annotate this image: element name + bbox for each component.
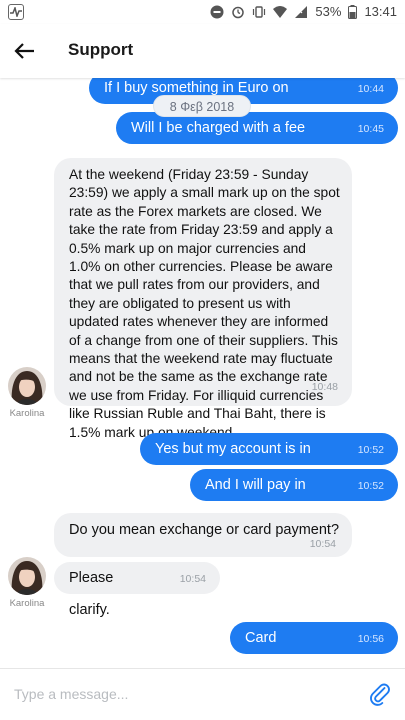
message-time: 10:54 (309, 537, 336, 550)
message-text: Please clarify. (69, 570, 114, 618)
message-time: 10:45 (357, 123, 384, 135)
message-time: 10:56 (357, 633, 384, 645)
paperclip-icon (370, 683, 390, 706)
message-time: 10:52 (357, 444, 384, 456)
message-incoming[interactable]: At the weekend (Friday 23:59 - Sunday 23… (54, 158, 352, 440)
activity-icon (8, 4, 24, 20)
avatar[interactable] (8, 367, 46, 405)
minus-circle-icon (210, 5, 224, 19)
message-text: At the weekend (Friday 23:59 - Sunday 23… (69, 167, 340, 440)
message-list[interactable]: If I buy something in Euro on Saturday 1… (0, 78, 405, 668)
avatar-photo (8, 557, 46, 595)
message-text: Card payment (245, 630, 301, 668)
header: Support (0, 24, 405, 78)
date-divider: 8 Φεβ 2018 (153, 95, 251, 117)
status-bar: 53% 13:41 (0, 0, 405, 24)
wifi-icon (273, 6, 288, 18)
message-text: Do you mean exchange or card payment? (69, 522, 340, 538)
message-outgoing[interactable]: And I will pay in Euro 10:52 (190, 469, 398, 525)
message-outgoing[interactable]: Yes but my account is in Euro 10:52 (140, 433, 398, 489)
battery-percent: 53% (315, 4, 342, 19)
battery-icon (348, 5, 358, 19)
message-time: 10:52 (357, 480, 384, 492)
message-time: 10:54 (179, 573, 206, 585)
message-input[interactable] (14, 681, 354, 707)
avatar[interactable] (8, 557, 46, 595)
message-outgoing[interactable]: Will I be charged with a fee 0,5%? 10:45 (116, 112, 398, 168)
back-arrow-icon (14, 43, 34, 59)
message-incoming[interactable]: Do you mean exchange or card payment? 10… (54, 513, 352, 557)
signal-icon (295, 6, 308, 18)
back-button[interactable] (12, 38, 38, 64)
avatar-name: Karolina (9, 598, 45, 609)
attach-button[interactable] (368, 682, 392, 706)
vibrate-icon (253, 6, 266, 18)
message-outgoing[interactable]: Card payment 10:56 (230, 622, 398, 668)
status-icons: 53% 13:41 (210, 4, 397, 20)
clock: 13:41 (364, 4, 397, 19)
alarm-icon (232, 6, 245, 19)
avatar-photo (8, 367, 46, 405)
avatar-name: Karolina (9, 408, 45, 419)
message-composer (0, 668, 405, 720)
message-time: 10:44 (357, 83, 384, 95)
message-incoming[interactable]: Please clarify. 10:54 (54, 562, 220, 618)
page-title: Support (68, 40, 134, 59)
message-time: 10:48 (311, 380, 338, 393)
